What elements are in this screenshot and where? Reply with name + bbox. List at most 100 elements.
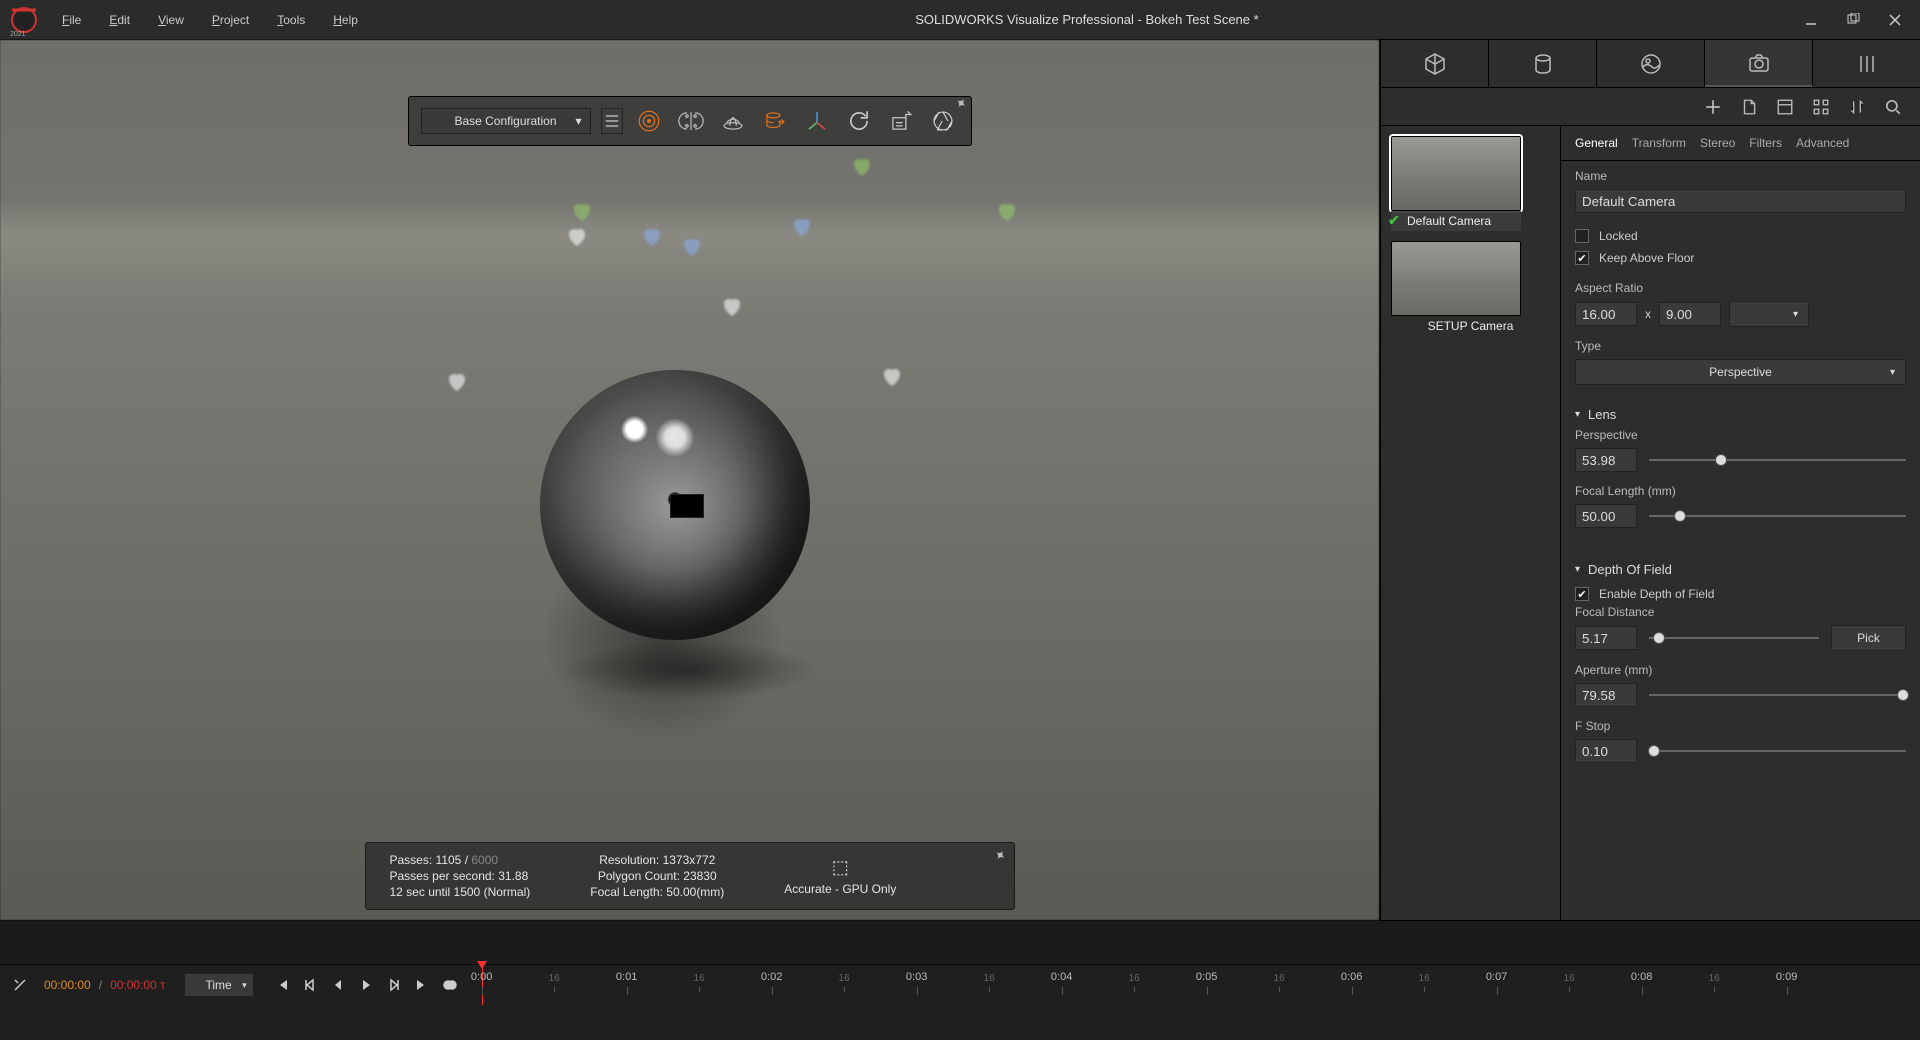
play-button[interactable] bbox=[356, 975, 376, 995]
focal-length-field[interactable] bbox=[1575, 504, 1637, 528]
passes-eta: 12 sec until 1500 (Normal) bbox=[390, 885, 531, 899]
camera-list: Default Camera SETUP Camera bbox=[1381, 126, 1561, 920]
enable-dof-checkbox[interactable]: Enable Depth of Field bbox=[1575, 583, 1906, 605]
next-key-button[interactable] bbox=[384, 975, 404, 995]
menu-edit[interactable]: Edit bbox=[95, 5, 144, 35]
time-total: 00:00:00 т bbox=[110, 978, 166, 992]
prev-key-button[interactable] bbox=[300, 975, 320, 995]
tab-general[interactable]: General bbox=[1575, 136, 1618, 150]
dof-section-header[interactable]: ▾ Depth Of Field bbox=[1575, 552, 1906, 583]
timeline-controls: 00:00:00 / 00:00:00 т Time ▾ 0:000:01160… bbox=[0, 965, 1920, 1005]
lens-section-header[interactable]: ▾ Lens bbox=[1575, 397, 1906, 428]
render-status-overlay: ✦ Passes: 1105 / 6000 Passes per second:… bbox=[365, 842, 1015, 910]
aspect-width-field[interactable] bbox=[1575, 302, 1637, 326]
ruler-minor-label: 16 bbox=[1129, 973, 1140, 984]
sort-icon[interactable] bbox=[1848, 98, 1866, 116]
pin-icon[interactable]: ✦ bbox=[990, 845, 1009, 866]
menu-tools[interactable]: Tools bbox=[263, 5, 319, 35]
ruler-ticks: 0:000:01160:02160:03160:04160:05160:0616… bbox=[478, 971, 1910, 989]
window-title: SOLIDWORKS Visualize Professional - Boke… bbox=[372, 12, 1802, 27]
aspect-preset-dropdown[interactable]: ▾ bbox=[1729, 301, 1809, 327]
keyframe-tool-icon[interactable] bbox=[10, 975, 30, 995]
brain-icon[interactable] bbox=[675, 105, 707, 137]
maximize-button[interactable] bbox=[1844, 11, 1862, 29]
perspective-slider[interactable] bbox=[1649, 450, 1906, 470]
focal-distance-slider[interactable] bbox=[1649, 628, 1819, 648]
focal-length-label: Focal Length (mm) bbox=[1575, 484, 1906, 498]
focal-length-slider[interactable] bbox=[1649, 506, 1906, 526]
menu-file[interactable]: File bbox=[48, 5, 95, 35]
type-dropdown[interactable]: Perspective ▾ bbox=[1575, 359, 1906, 385]
menu-bar: File Edit View Project Tools Help bbox=[48, 5, 372, 35]
name-field[interactable] bbox=[1575, 189, 1906, 213]
ruler-major-label: 0:03 bbox=[906, 971, 927, 983]
type-value: Perspective bbox=[1709, 365, 1772, 379]
menu-help[interactable]: Help bbox=[319, 5, 372, 35]
new-file-icon[interactable] bbox=[1740, 98, 1758, 116]
add-icon[interactable] bbox=[1704, 98, 1722, 116]
export-icon[interactable] bbox=[885, 105, 917, 137]
grid-icon[interactable] bbox=[1812, 98, 1830, 116]
tab-libraries[interactable] bbox=[1813, 40, 1920, 87]
viewport[interactable]: ✦ Base Configuration ▾ ✦ Passes: bbox=[0, 40, 1380, 920]
tab-filters[interactable]: Filters bbox=[1749, 136, 1782, 150]
tab-cameras[interactable] bbox=[1705, 40, 1813, 87]
locked-checkbox[interactable]: Locked bbox=[1575, 225, 1906, 247]
ruler-major-label: 0:04 bbox=[1051, 971, 1072, 983]
time-mode-dropdown[interactable]: Time ▾ bbox=[184, 973, 254, 997]
go-to-end-button[interactable] bbox=[412, 975, 432, 995]
triangle-down-icon: ▾ bbox=[1575, 409, 1580, 420]
title-bar: 2021 File Edit View Project Tools Help S… bbox=[0, 0, 1920, 40]
pick-button[interactable]: Pick bbox=[1831, 625, 1906, 651]
name-label: Name bbox=[1575, 169, 1906, 183]
go-to-start-button[interactable] bbox=[272, 975, 292, 995]
aspect-height-field[interactable] bbox=[1659, 302, 1721, 326]
aperture-slider[interactable] bbox=[1649, 685, 1906, 705]
checkbox-box bbox=[1575, 587, 1589, 601]
tab-models[interactable] bbox=[1381, 40, 1489, 87]
configuration-dropdown[interactable]: Base Configuration ▾ bbox=[421, 108, 591, 134]
tab-appearances[interactable] bbox=[1489, 40, 1597, 87]
loop-button[interactable] bbox=[440, 975, 460, 995]
camera-item-setup[interactable]: SETUP Camera bbox=[1391, 241, 1550, 336]
ruler-major-label: 0:06 bbox=[1341, 971, 1362, 983]
ruler-major-label: 0:07 bbox=[1486, 971, 1507, 983]
search-icon[interactable] bbox=[1884, 98, 1902, 116]
triangle-down-icon: ▾ bbox=[1575, 564, 1580, 575]
render-target-icon[interactable] bbox=[633, 105, 665, 137]
tab-transform[interactable]: Transform bbox=[1632, 136, 1686, 150]
refresh-icon[interactable] bbox=[843, 105, 875, 137]
focal-distance-field[interactable] bbox=[1575, 626, 1637, 650]
aperture-icon[interactable] bbox=[927, 105, 959, 137]
minimize-button[interactable] bbox=[1802, 11, 1820, 29]
fstop-slider[interactable] bbox=[1649, 741, 1906, 761]
aperture-field[interactable] bbox=[1575, 683, 1637, 707]
passes-label: Passes: bbox=[390, 853, 433, 867]
perspective-label: Perspective bbox=[1575, 428, 1906, 442]
fstop-field[interactable] bbox=[1575, 739, 1637, 763]
camera-item-default[interactable]: Default Camera bbox=[1391, 136, 1550, 231]
axes-icon[interactable] bbox=[801, 105, 833, 137]
menu-view[interactable]: View bbox=[144, 5, 198, 35]
close-button[interactable] bbox=[1886, 11, 1904, 29]
step-back-button[interactable] bbox=[328, 975, 348, 995]
keep-above-floor-checkbox[interactable]: Keep Above Floor bbox=[1575, 247, 1906, 269]
time-current: 00:00:00 bbox=[44, 978, 91, 992]
sphere-shadow bbox=[560, 640, 820, 700]
tab-stereo[interactable]: Stereo bbox=[1700, 136, 1735, 150]
database-icon[interactable] bbox=[759, 105, 791, 137]
turntable-icon[interactable] bbox=[717, 105, 749, 137]
camera-thumbnail bbox=[1391, 136, 1521, 211]
tab-scenes[interactable] bbox=[1597, 40, 1705, 87]
timeline-tracks[interactable] bbox=[0, 1005, 1920, 1040]
ruler-minor-label: 16 bbox=[1419, 973, 1430, 984]
perspective-field[interactable] bbox=[1575, 448, 1637, 472]
chevron-down-icon: ▾ bbox=[1793, 309, 1798, 320]
timeline-ruler[interactable]: 0:000:01160:02160:03160:04160:05160:0616… bbox=[478, 965, 1910, 1005]
menu-project[interactable]: Project bbox=[198, 5, 263, 35]
ruler-major-label: 0:08 bbox=[1631, 971, 1652, 983]
layout-icon[interactable] bbox=[1776, 98, 1794, 116]
focal-distance-label: Focal Distance bbox=[1575, 605, 1906, 619]
tab-advanced[interactable]: Advanced bbox=[1796, 136, 1849, 150]
list-config-button[interactable] bbox=[601, 108, 623, 134]
